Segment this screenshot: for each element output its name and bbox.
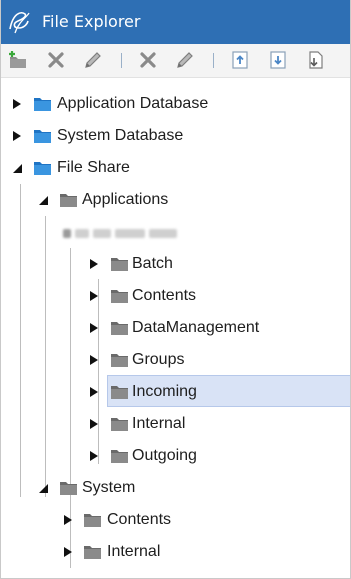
- delete-x-icon: [48, 52, 64, 68]
- toolbar: [1, 44, 350, 78]
- title-bar: File Explorer: [1, 0, 350, 44]
- tree-label: Internal: [132, 415, 186, 432]
- blue-folder-icon: [34, 96, 51, 111]
- tree-node-redacted[interactable]: [63, 217, 193, 247]
- tree-label: Application Database: [57, 95, 209, 112]
- pencil-icon: [85, 52, 101, 68]
- expand-arrow-icon[interactable]: [88, 418, 100, 430]
- tree-label: Applications: [82, 191, 169, 208]
- upload-doc-icon: [232, 51, 248, 69]
- toolbar-separator: [213, 53, 214, 68]
- tree-label: Contents: [107, 511, 172, 528]
- tree-connector: [45, 216, 46, 497]
- edit-file-button[interactable]: [174, 49, 196, 71]
- file-explorer-window: File Explorer Application Database Syste…: [0, 0, 351, 579]
- gray-folder-icon: [111, 352, 128, 367]
- delete-file-button[interactable]: [137, 49, 159, 71]
- delete-button[interactable]: [45, 49, 67, 71]
- gray-folder-icon: [111, 320, 128, 335]
- move-doc-icon: [309, 51, 323, 69]
- tree-label: Groups: [132, 351, 185, 368]
- expand-arrow-icon[interactable]: [88, 450, 100, 462]
- window-title: File Explorer: [42, 12, 141, 31]
- gray-folder-icon: [111, 448, 128, 463]
- redacted-label: [63, 229, 183, 238]
- expand-arrow-icon[interactable]: [62, 514, 74, 526]
- gray-folder-icon: [111, 416, 128, 431]
- tree-label: System: [82, 479, 136, 496]
- tree-label: Incoming: [132, 383, 197, 400]
- file-tree: Application Database System Database Fil…: [1, 79, 350, 578]
- gray-folder-icon: [60, 192, 77, 207]
- gray-folder-icon: [111, 256, 128, 271]
- gray-folder-icon: [84, 544, 101, 559]
- tree-label: Outgoing: [132, 447, 197, 464]
- add-folder-icon: [9, 51, 26, 68]
- blue-folder-icon: [34, 128, 51, 143]
- tree-label: System Database: [57, 127, 184, 144]
- rename-button[interactable]: [82, 49, 104, 71]
- tree-label: DataManagement: [132, 319, 260, 336]
- upload-button[interactable]: [229, 49, 251, 71]
- expand-arrow-icon[interactable]: [88, 290, 100, 302]
- tree-label: Batch: [132, 255, 173, 272]
- expand-arrow-icon[interactable]: [88, 386, 100, 398]
- tree-connector: [20, 184, 21, 497]
- expand-arrow-icon[interactable]: [88, 322, 100, 334]
- tree-label: Internal: [107, 543, 161, 560]
- collapse-arrow-icon[interactable]: [11, 162, 23, 174]
- gray-folder-icon: [111, 288, 128, 303]
- gray-folder-icon: [84, 512, 101, 527]
- pencil-icon: [177, 52, 193, 68]
- gray-folder-icon: [60, 480, 77, 495]
- expand-arrow-icon[interactable]: [88, 354, 100, 366]
- collapse-arrow-icon[interactable]: [37, 482, 49, 494]
- delete-x-icon: [140, 52, 156, 68]
- expand-arrow-icon[interactable]: [62, 546, 74, 558]
- blue-folder-icon: [34, 160, 51, 175]
- move-button[interactable]: [304, 49, 326, 71]
- tree-label: Contents: [132, 287, 197, 304]
- download-doc-icon: [270, 51, 286, 69]
- expand-arrow-icon[interactable]: [88, 258, 100, 270]
- tree-label: File Share: [57, 159, 130, 176]
- gray-folder-icon: [111, 384, 128, 399]
- download-button[interactable]: [267, 49, 289, 71]
- add-folder-button[interactable]: [7, 49, 29, 71]
- collapse-arrow-icon[interactable]: [37, 194, 49, 206]
- app-logo-icon: [7, 9, 31, 35]
- expand-arrow-icon[interactable]: [11, 130, 23, 142]
- toolbar-separator: [121, 53, 122, 68]
- tree-connector: [98, 279, 99, 464]
- expand-arrow-icon[interactable]: [11, 98, 23, 110]
